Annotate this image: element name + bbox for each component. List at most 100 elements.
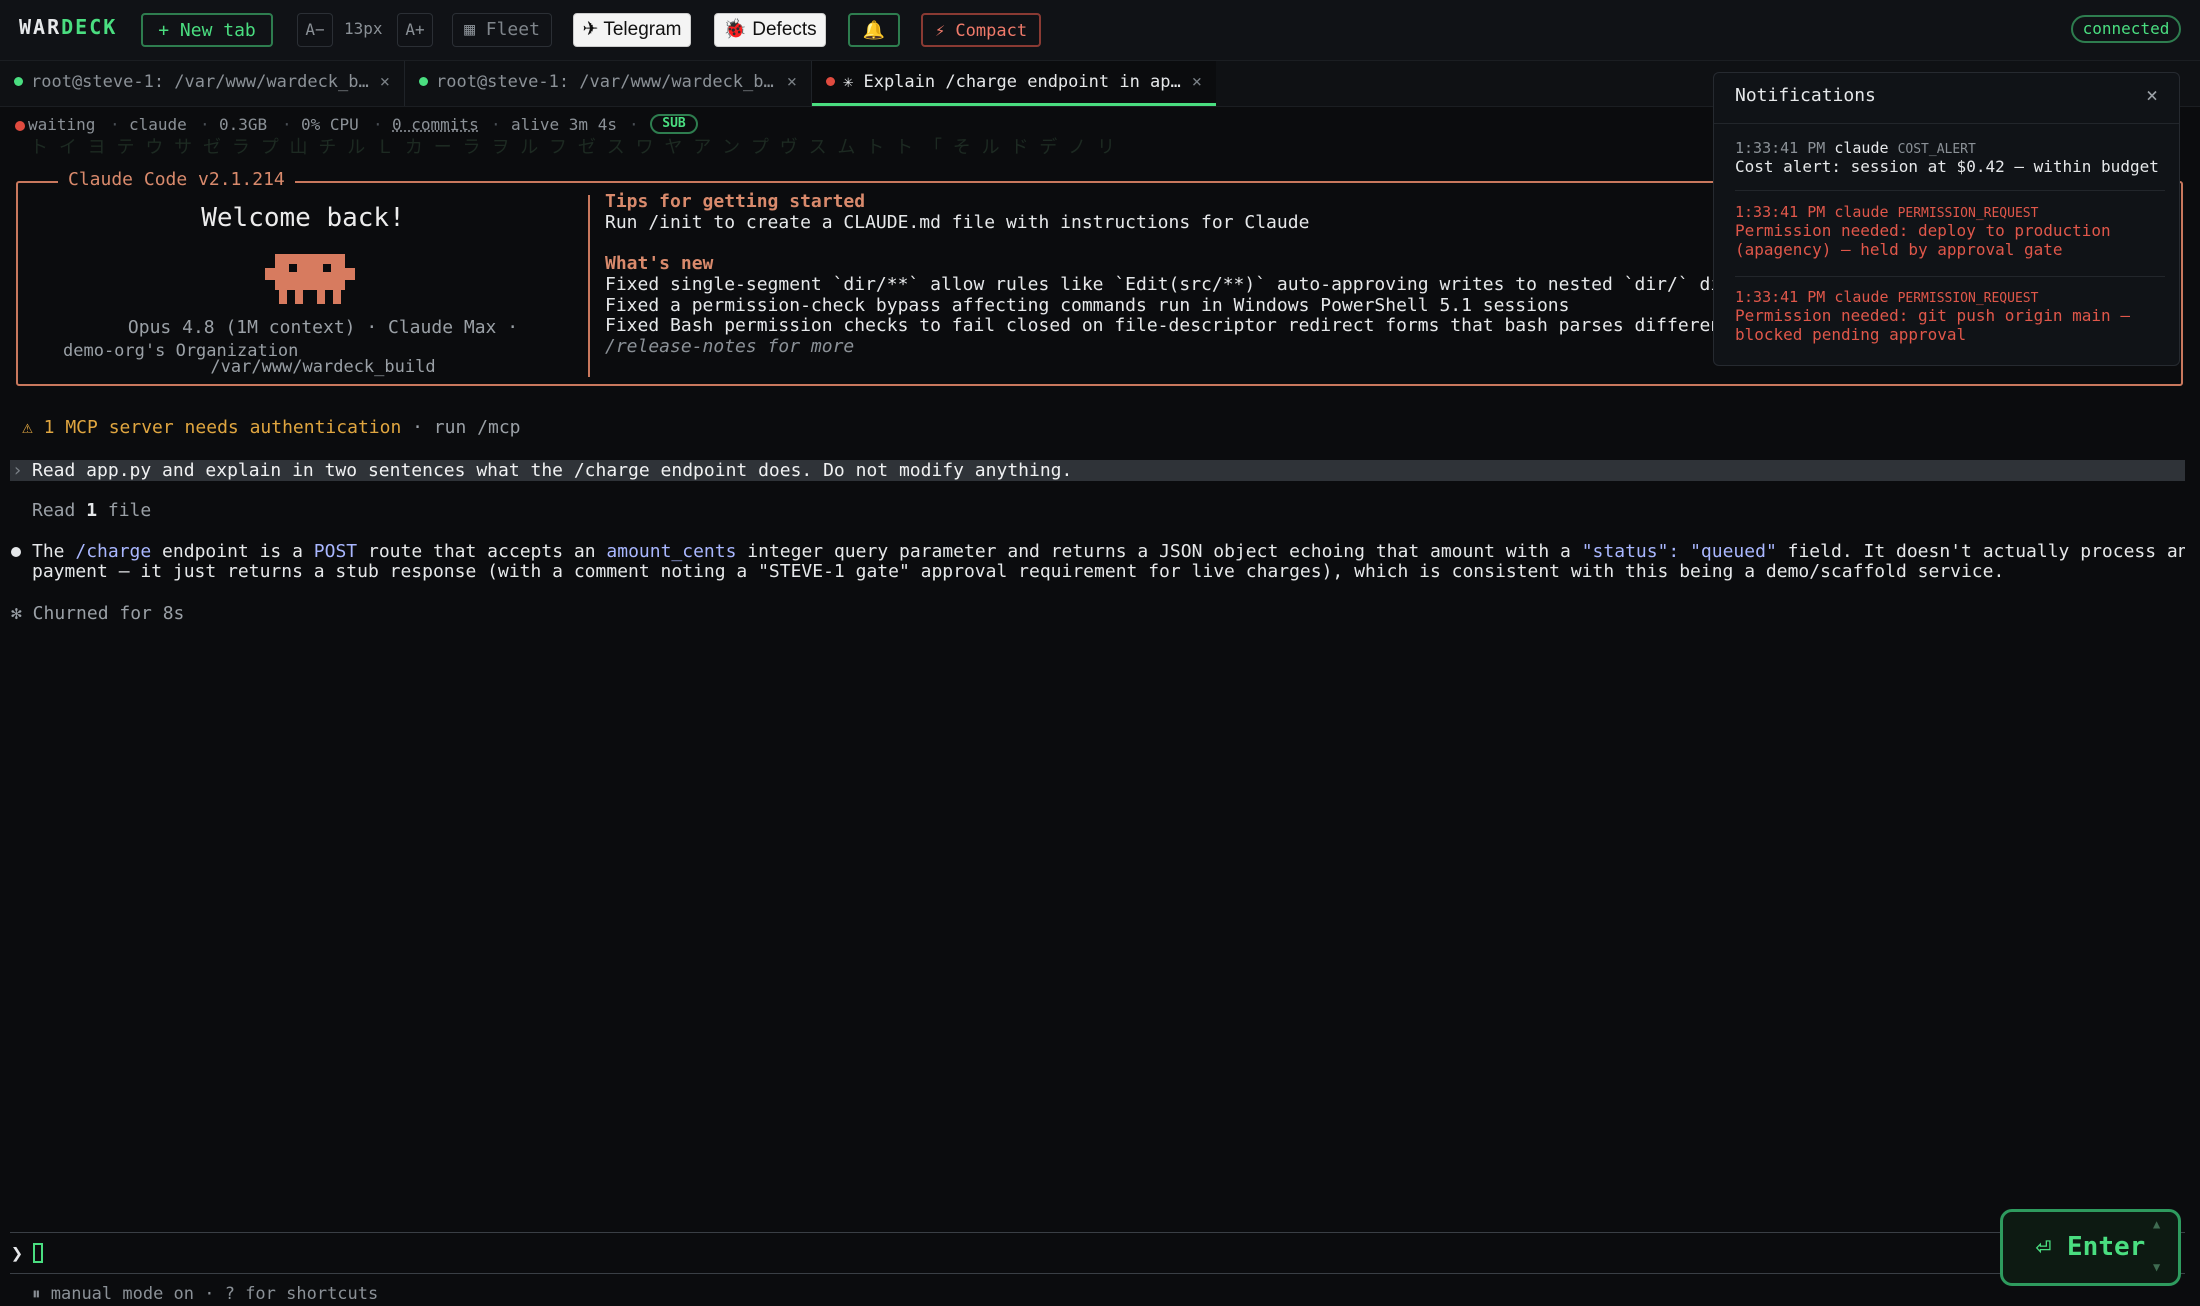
app-logo: WARDECK [19,15,117,39]
answer-text: integer query parameter and returns a JS… [736,541,1582,562]
welcome-greeting: Welcome back! [201,203,405,233]
tab-status-dot [14,76,23,86]
notification-source: claude [1834,203,1889,221]
claude-mascot-icon [265,254,355,304]
notification-item[interactable]: 1:33:41 PM claude PERMISSION_REQUEST Per… [1735,203,2165,259]
answer-text: route that accepts an [357,541,607,562]
tab-label: root@steve-1: /var/www/wardeck_b… [31,72,369,92]
notification-source: claude [1834,139,1889,157]
notification-message: Permission needed: deploy to production … [1735,221,2111,259]
status-separator: · [491,115,501,134]
notification-divider [1735,190,2165,191]
notification-time: 1:33:41 PM [1735,203,1826,221]
read-count: 1 [86,500,98,521]
model-info: Opus 4.8 (1M context) · Claude Max · [127,317,519,338]
tab-label: root@steve-1: /var/www/wardeck_b… [436,72,774,92]
compact-button[interactable]: ⚡ Compact [921,13,1041,47]
notification-item[interactable]: 1:33:41 PM claude COST_ALERT Cost alert:… [1735,139,2165,176]
subscription-badge: SUB [650,114,698,134]
scroll-down-icon[interactable]: ▼ [2153,1260,2160,1274]
notifications-panel: Notifications × 1:33:41 PM claude COST_A… [1713,72,2180,366]
terminal-tab-2[interactable]: root@steve-1: /var/www/wardeck_b… × [405,61,812,106]
notification-divider [1735,276,2165,277]
mcp-auth-warning: ⚠ 1 MCP server needs authentication · ru… [22,417,521,438]
tab-status-dot [826,76,835,86]
notification-time: 1:33:41 PM [1735,288,1826,306]
new-tab-button[interactable]: + New tab [141,13,273,47]
answer-code-method: POST [313,541,358,562]
user-prompt-row: › Read app.py and explain in two sentenc… [10,460,2185,481]
logo-part-a: WAR [19,15,62,39]
terminal-tab-3-active[interactable]: ✳ Explain /charge endpoint in ap… × [812,61,1216,106]
mode-status-line: ⏸ manual mode on · ? for shortcuts [32,1284,379,1304]
read-suffix: file [97,500,152,521]
telegram-button[interactable]: ✈ Telegram [573,13,691,47]
notification-meta: 1:33:41 PM claude COST_ALERT [1735,139,2165,157]
mcp-hint: · run /mcp [401,417,521,438]
welcome-divider [588,195,590,377]
scroll-up-icon[interactable]: ▲ [2153,1217,2160,1231]
status-separator: · [110,115,120,134]
mcp-warning-text: ⚠ 1 MCP server needs authentication [22,417,402,438]
status-separator: · [200,115,210,134]
assistant-answer-line-2: payment — it just returns a stub respons… [32,561,2005,582]
assistant-bullet-icon [11,547,21,557]
notification-message: Cost alert: session at $0.42 — within bu… [1735,157,2159,176]
notification-time: 1:33:41 PM [1735,139,1826,157]
terminal-tab-1[interactable]: root@steve-1: /var/www/wardeck_b… × [0,61,405,106]
answer-text: field. It doesn't actually process any [1776,541,2185,562]
working-directory: /var/www/wardeck_build [210,357,436,377]
font-decrease-button[interactable]: A− [297,13,333,47]
prompt-chevron-icon: › [12,460,23,481]
answer-text: The [32,541,76,562]
session-state: waiting [28,115,96,134]
notification-type: COST_ALERT [1897,142,1976,157]
read-prefix: Read [32,500,87,521]
notification-type: PERMISSION_REQUEST [1897,291,2039,306]
font-size-value: 13px [344,19,383,38]
answer-code-endpoint: /charge [75,541,152,562]
tab-status-dot [419,76,428,86]
font-increase-button[interactable]: A+ [397,13,433,47]
input-top-divider [10,1232,2185,1233]
notifications-title: Notifications [1735,85,1876,106]
notification-meta: 1:33:41 PM claude PERMISSION_REQUEST [1735,288,2165,306]
session-agent: claude [129,115,187,134]
fleet-button[interactable]: ▦ Fleet [452,13,552,47]
notification-item[interactable]: 1:33:41 PM claude PERMISSION_REQUEST Per… [1735,288,2165,344]
defects-button[interactable]: 🐞 Defects [714,13,826,47]
status-separator: · [629,115,639,134]
session-cpu: 0% CPU [301,115,359,134]
connection-status-badge: connected [2071,15,2181,43]
session-memory: 0.3GB [219,115,268,134]
whats-new-item: Fixed a permission-check bypass affectin… [605,295,1570,316]
commits-link[interactable]: 0 commits [392,115,479,134]
notification-message: Permission needed: git push origin main … [1735,306,2130,344]
tips-text: Run /init to create a CLAUDE.md file wit… [605,212,1310,233]
close-tab-icon[interactable]: × [380,61,390,104]
notification-type: PERMISSION_REQUEST [1897,206,2039,221]
notification-source: claude [1834,288,1889,306]
prompt-input[interactable] [33,1243,43,1263]
logo-part-b: DECK [61,15,118,39]
churn-status: ✻ Churned for 8s [11,603,185,624]
close-notifications-icon[interactable]: × [2146,83,2158,107]
status-separator: · [282,115,292,134]
session-state-dot [15,121,25,131]
session-alive-time: alive 3m 4s [511,115,617,134]
answer-text: endpoint is a [151,541,314,562]
bell-icon: 🔔 [862,20,886,41]
close-tab-icon[interactable]: × [1192,61,1202,103]
tips-heading: Tips for getting started [605,191,866,212]
tab-label: ✳ Explain /charge endpoint in ap… [843,72,1181,92]
close-tab-icon[interactable]: × [787,61,797,104]
input-chevron-icon: ❯ [11,1241,24,1265]
notifications-bell-button[interactable]: 🔔 [848,13,900,47]
status-separator: · [373,115,383,134]
notifications-header-divider [1714,123,2179,124]
whats-new-item: Fixed Bash permission checks to fail clo… [605,315,1754,336]
assistant-answer-line-1: The /charge endpoint is a POST route tha… [32,541,2185,562]
notification-meta: 1:33:41 PM claude PERMISSION_REQUEST [1735,203,2165,221]
release-notes-hint: /release-notes for more [605,336,855,357]
top-bar: WARDECK + New tab A− 13px A+ ▦ Fleet ✈ T… [0,0,2200,61]
